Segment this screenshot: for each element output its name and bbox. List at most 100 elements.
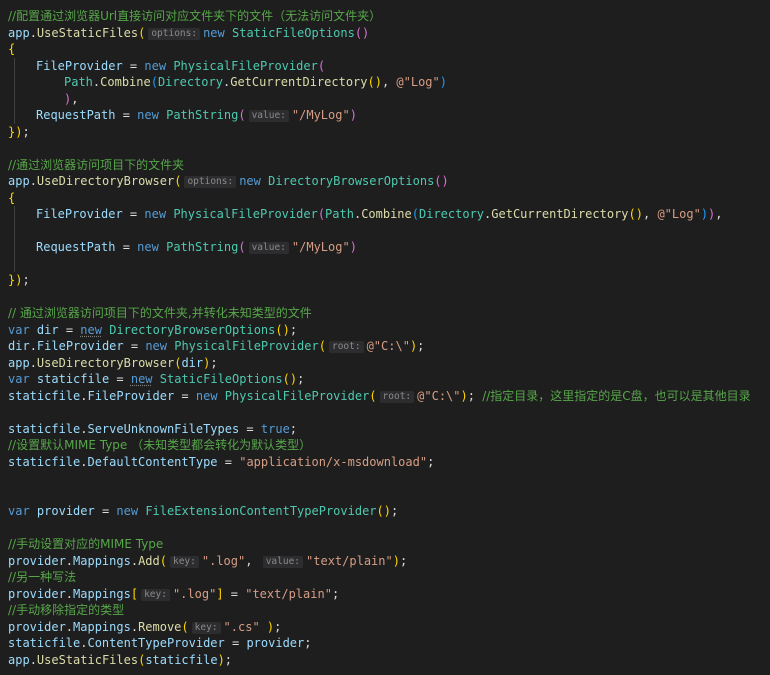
identifier: staticfile	[36, 372, 110, 386]
identifier: staticfile	[8, 421, 81, 436]
keyword: new	[195, 388, 218, 403]
type-name: PathString	[166, 240, 239, 254]
code-line: var provider = new FileExtensionContentT…	[8, 504, 399, 518]
code-comment: //设置默认MIME Type （未知类型都会转化为默认类型）	[8, 438, 312, 452]
keyword: var	[8, 504, 30, 518]
method-name: Add	[138, 553, 160, 568]
keyword: new	[144, 58, 167, 73]
code-line: {	[8, 42, 16, 56]
code-comment: // 通过浏览器访问项目下的文件夹,并转化未知类型的文件	[8, 306, 312, 320]
method-name: GetCurrentDirectory	[491, 207, 629, 221]
code-line: //另一种写法	[0, 569, 770, 586]
string-literal: "text/plain"	[306, 553, 393, 568]
type-name: PhysicalFileProvider	[224, 388, 370, 403]
type-name: Path	[64, 75, 93, 89]
string-literal: "application/x-msdownload"	[239, 454, 428, 469]
code-line: dir.FileProvider = new PhysicalFileProvi…	[8, 339, 425, 353]
code-editor[interactable]: //配置通过浏览器Url直接访问对应文件夹下的文件（无法访问文件夹） app.U…	[0, 0, 770, 675]
identifier: provider	[8, 586, 66, 601]
parameter-hint: value:	[262, 555, 304, 568]
type-name: PhysicalFileProvider	[173, 58, 318, 73]
code-line: app.UseDirectoryBrowser(dir);	[8, 355, 218, 370]
parameter-hint: root:	[379, 390, 415, 403]
identifier: provider	[8, 553, 66, 568]
parameter-hint: value:	[248, 242, 289, 254]
identifier: app	[8, 652, 30, 667]
code-line: RequestPath = new PathString(value: "/MyL…	[0, 239, 770, 256]
code-line: //通过浏览器访问项目下的文件夹	[0, 157, 770, 174]
parameter-hint: options:	[148, 27, 201, 40]
parameter-hint: options:	[184, 176, 237, 188]
identifier: staticfile	[8, 388, 81, 403]
code-line: FileProvider = new PhysicalFileProvider(	[0, 57, 770, 74]
identifier: FileProvider	[36, 207, 123, 221]
code-line: app.UseDirectoryBrowser(options: new Dire…	[8, 174, 449, 188]
keyword: true	[260, 421, 290, 436]
parameter-hint: key:	[191, 621, 221, 634]
code-line: staticfile.FileProvider = new PhysicalFi…	[8, 388, 751, 403]
type-name: Path	[325, 207, 354, 221]
type-name: PhysicalFileProvider	[174, 339, 319, 353]
type-name: DirectoryBrowserOptions	[268, 174, 435, 188]
keyword: new	[130, 372, 153, 386]
parameter-hint: key:	[169, 555, 199, 568]
string-literal: @"C:\"	[366, 339, 410, 353]
identifier: dir	[181, 355, 204, 370]
string-literal: @"Log"	[396, 75, 440, 89]
identifier: FileProvider	[36, 58, 123, 73]
string-literal: @"C:\"	[417, 388, 461, 403]
method-name: UseDirectoryBrowser	[36, 355, 175, 370]
type-name: FileExtensionContentTypeProvider	[145, 504, 377, 518]
method-name: UseDirectoryBrowser	[36, 174, 175, 188]
identifier: Mappings	[73, 553, 131, 568]
code-line: });	[8, 273, 30, 287]
type-name: PathString	[166, 108, 239, 122]
method-name: UseStaticFiles	[36, 652, 139, 667]
method-name: Remove	[138, 619, 182, 634]
identifier: app	[8, 25, 30, 40]
string-literal: ".log"	[201, 553, 246, 568]
method-name: UseStaticFiles	[36, 25, 139, 40]
type-name: StaticFileOptions	[159, 372, 283, 386]
keyword: new	[239, 174, 261, 188]
method-name: Combine	[361, 207, 412, 221]
string-literal: "/MyLog"	[291, 240, 350, 254]
code-line: // 通过浏览器访问项目下的文件夹,并转化未知类型的文件	[0, 305, 770, 322]
code-line: var staticfile = new StaticFileOptions()…	[8, 372, 305, 386]
identifier: DefaultContentType	[87, 454, 218, 469]
identifier: dir	[36, 322, 59, 337]
code-line: provider.Mappings[key: ".log"] = "text/pl…	[8, 586, 340, 601]
code-line: RequestPath = new PathString(value: "/MyL…	[0, 107, 770, 124]
identifier: provider	[8, 619, 66, 634]
string-literal: "/MyLog"	[291, 108, 350, 122]
method-name: GetCurrentDirectory	[230, 75, 368, 89]
identifier: provider	[36, 504, 95, 518]
string-literal: ".cs"	[223, 619, 260, 634]
keyword: var	[8, 372, 30, 386]
code-line	[0, 255, 770, 272]
identifier: dir	[8, 339, 30, 353]
keyword: new	[137, 108, 159, 122]
code-line: //手动移除指定的类型	[0, 602, 770, 619]
identifier: FileProvider	[87, 388, 175, 403]
identifier: RequestPath	[36, 240, 116, 254]
string-literal: "text/plain"	[245, 586, 332, 601]
code-line: app.UseStaticFiles(staticfile);	[8, 652, 233, 667]
keyword: new	[116, 504, 139, 518]
identifier: Mappings	[73, 619, 131, 634]
method-name: Combine	[100, 75, 151, 89]
code-line: app.UseStaticFiles(options: new StaticFil…	[8, 25, 370, 40]
code-comment: //通过浏览器访问项目下的文件夹	[8, 157, 185, 172]
identifier: app	[8, 174, 30, 188]
code-line: ),	[0, 90, 770, 107]
code-line: provider.Mappings.Add(key: ".log", value:…	[8, 553, 408, 568]
identifier: RequestPath	[36, 108, 116, 122]
code-comment: //指定目录，这里指定的是C盘，也可以是其他目录	[482, 388, 751, 403]
identifier: app	[8, 355, 30, 370]
string-literal: @"Log"	[657, 207, 701, 221]
